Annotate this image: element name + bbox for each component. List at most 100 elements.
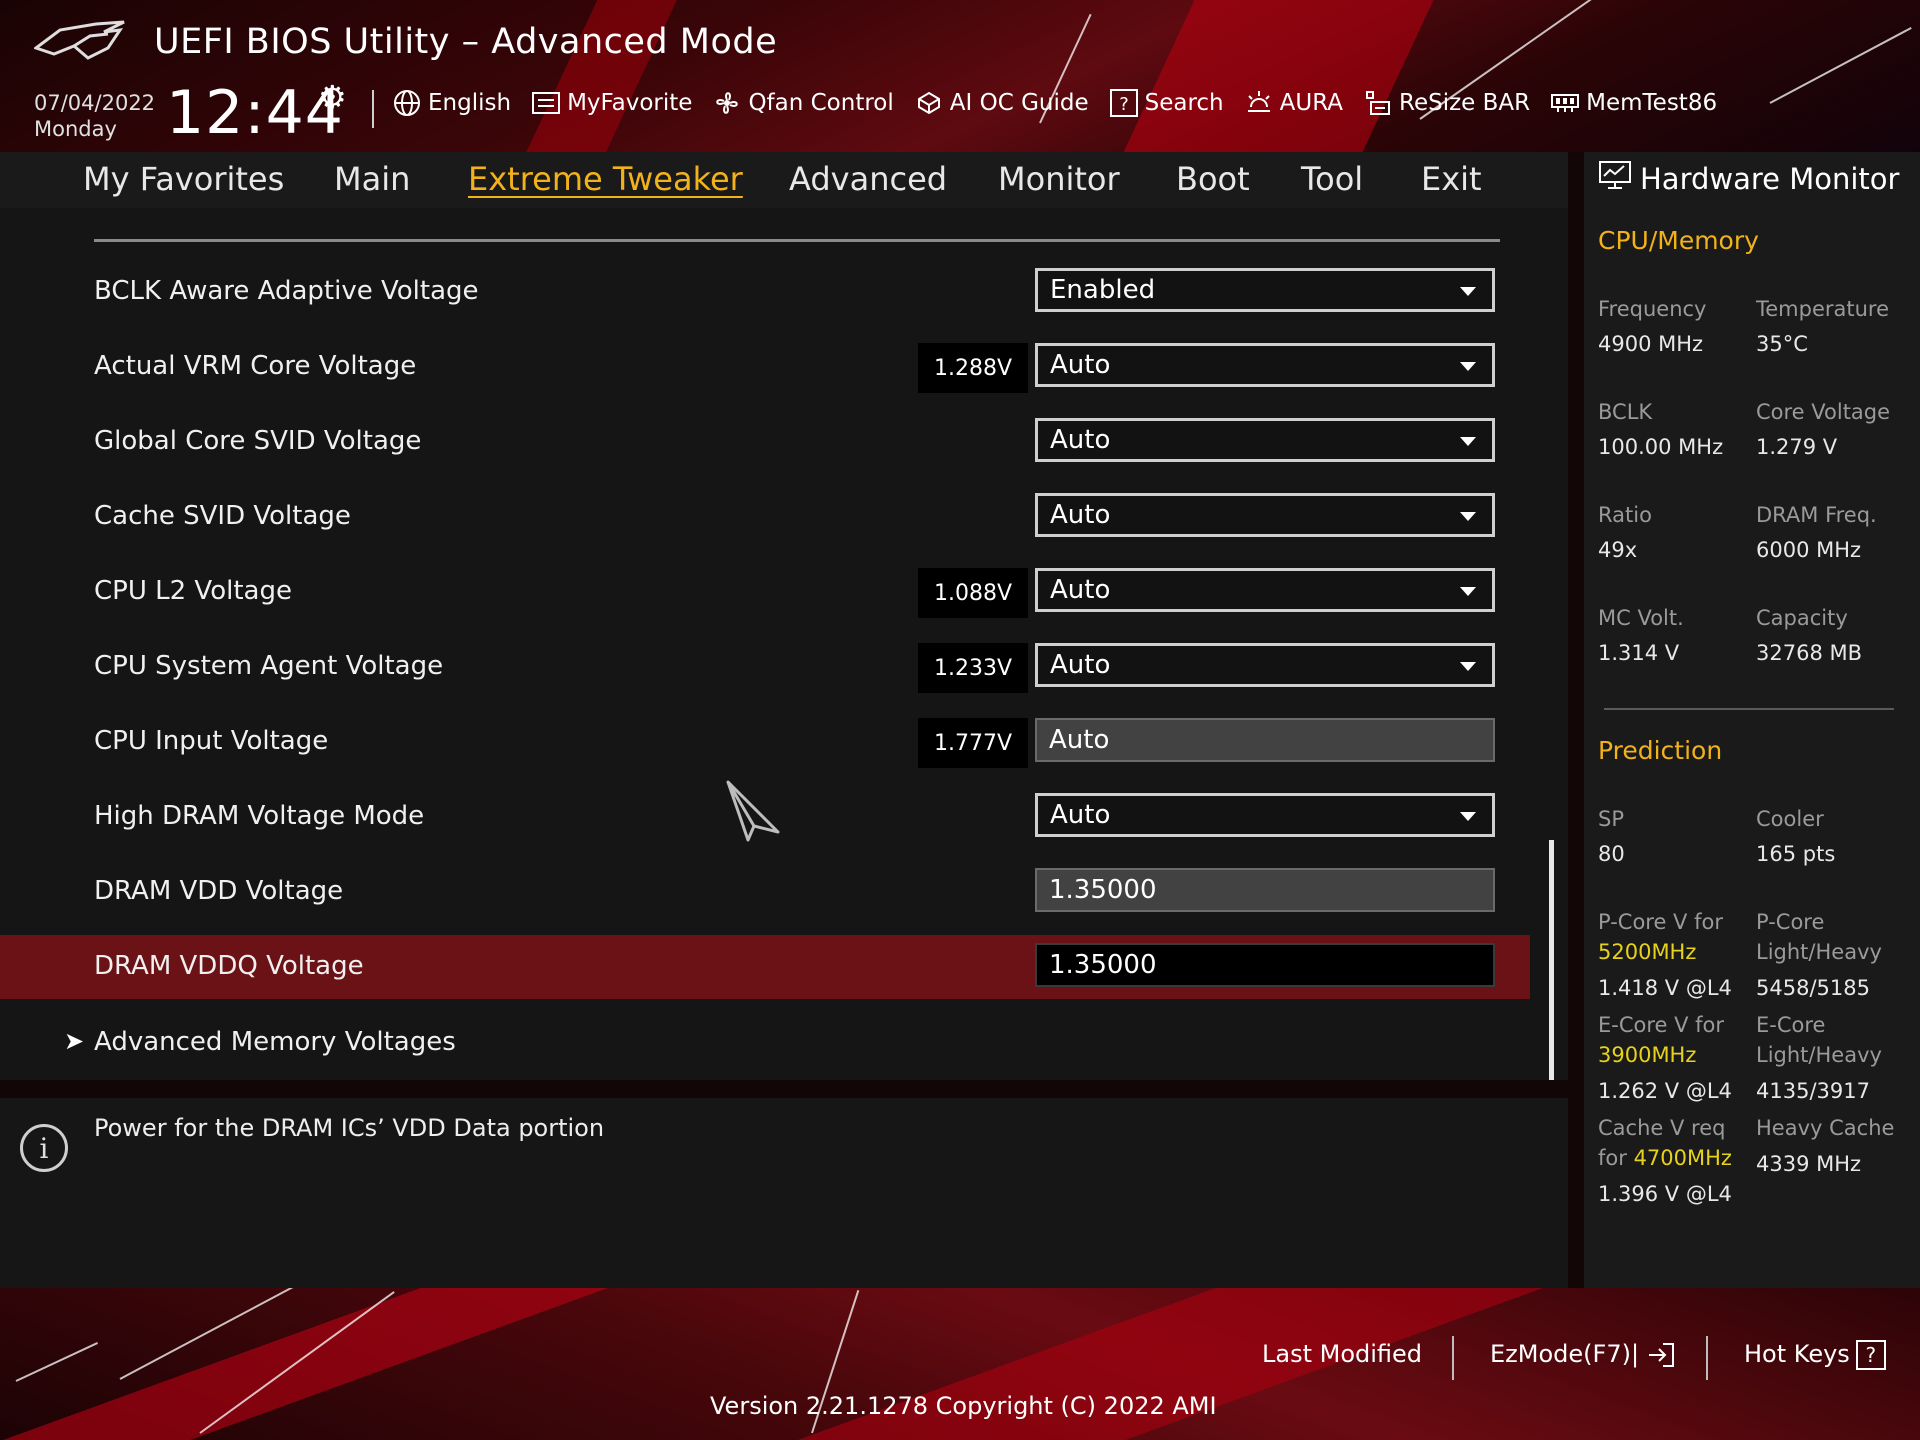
current-voltage-readout: 1.233V: [918, 643, 1028, 693]
chevron-down-icon: [1460, 512, 1476, 521]
sp-value: 80: [1598, 842, 1625, 866]
setting-label: CPU L2 Voltage: [94, 576, 292, 606]
setting-row[interactable]: CPU L2 Voltage 1.088V Auto: [0, 560, 1528, 624]
scrollbar[interactable]: [1549, 840, 1554, 1080]
help-text: Power for the DRAM ICs’ VDD Data portion: [94, 1114, 605, 1142]
cache-svid-voltage-dropdown[interactable]: Auto: [1035, 493, 1495, 537]
core-voltage-label: Core Voltage: [1756, 400, 1891, 424]
dropdown-value: Auto: [1050, 650, 1111, 680]
tab-monitor[interactable]: Monitor: [998, 160, 1120, 198]
dram-vddq-voltage-input[interactable]: 1.35000: [1035, 943, 1495, 987]
setting-label: Actual VRM Core Voltage: [94, 351, 417, 381]
setting-row: CPU Input Voltage 1.777V Auto: [0, 710, 1528, 774]
bclk-aware-adaptive-voltage-dropdown[interactable]: Enabled: [1035, 268, 1495, 312]
tab-extreme-tweaker[interactable]: Extreme Tweaker: [468, 160, 743, 198]
ezmode-button[interactable]: EzMode(F7)|: [1490, 1340, 1677, 1368]
heavy-cache-value: 4339 MHz: [1756, 1152, 1862, 1176]
submenu-label: Advanced Memory Voltages: [94, 1027, 456, 1057]
date: 07/04/2022: [34, 91, 156, 115]
field-value: 1.35000: [1049, 875, 1157, 905]
aura-button[interactable]: AURA: [1244, 88, 1343, 118]
footer-divider: [1452, 1336, 1454, 1380]
setting-row[interactable]: Actual VRM Core Voltage 1.288V Auto: [0, 335, 1528, 399]
setting-label: CPU System Agent Voltage: [94, 651, 444, 681]
qfan-control-button[interactable]: Qfan Control: [712, 88, 894, 118]
tab-exit[interactable]: Exit: [1421, 160, 1482, 198]
ecore-v-label: E-Core V for: [1598, 1013, 1725, 1037]
main-tab-bar: My Favorites Main Extreme Tweaker Advanc…: [0, 152, 1568, 208]
header-divider: [372, 90, 374, 128]
svg-text:?: ?: [1119, 94, 1129, 115]
setting-label: BCLK Aware Adaptive Voltage: [94, 276, 479, 306]
actual-vrm-core-voltage-dropdown[interactable]: Auto: [1035, 343, 1495, 387]
setting-label: Cache SVID Voltage: [94, 501, 351, 531]
info-icon: i: [20, 1124, 68, 1172]
aura-label: AURA: [1279, 90, 1343, 116]
chevron-down-icon: [1460, 287, 1476, 296]
setting-label: Global Core SVID Voltage: [94, 426, 422, 456]
bclk-value: 100.00 MHz: [1598, 435, 1724, 459]
cooler-label: Cooler: [1756, 807, 1824, 831]
capacity-label: Capacity: [1756, 606, 1848, 630]
cpu-input-voltage-field: Auto: [1035, 718, 1495, 762]
setting-row[interactable]: Global Core SVID Voltage Auto: [0, 410, 1528, 474]
chevron-down-icon: [1460, 437, 1476, 446]
sp-label: SP: [1598, 807, 1624, 831]
ai-chip-icon: [914, 88, 944, 118]
bios-title: UEFI BIOS Utility – Advanced Mode: [154, 22, 778, 62]
ai-oc-guide-button[interactable]: AI OC Guide: [914, 88, 1089, 118]
settings-panel: BCLK Aware Adaptive Voltage Enabled Actu…: [0, 208, 1568, 1080]
cooler-value: 165 pts: [1756, 842, 1836, 866]
section-divider: [94, 239, 1500, 242]
current-voltage-readout: 1.288V: [918, 343, 1028, 393]
ecore-lh-label-2: Light/Heavy: [1756, 1043, 1882, 1067]
setting-row-selected[interactable]: DRAM VDDQ Voltage 1.35000: [0, 935, 1530, 999]
pcore-lh-value: 5458/5185: [1756, 976, 1870, 1000]
cache-v-for: for: [1598, 1146, 1627, 1170]
cache-v-label: Cache V req: [1598, 1116, 1726, 1140]
submenu-row[interactable]: ➤ Advanced Memory Voltages: [0, 1011, 1528, 1075]
clock-settings-icon[interactable]: ⚙: [318, 78, 347, 116]
hot-keys-button[interactable]: Hot Keys?: [1744, 1340, 1886, 1370]
global-core-svid-voltage-dropdown[interactable]: Auto: [1035, 418, 1495, 462]
resize-bar-button[interactable]: ReSize BAR: [1363, 88, 1530, 118]
aura-light-icon: [1244, 88, 1274, 118]
version-text: Version 2.21.1278 Copyright (C) 2022 AMI: [710, 1392, 1217, 1420]
field-value: Auto: [1049, 725, 1110, 755]
setting-label: DRAM VDD Voltage: [94, 876, 344, 906]
ecore-v-value: 1.262 V @L4: [1598, 1079, 1732, 1103]
memtest86-button[interactable]: MemTest86: [1550, 88, 1717, 118]
bclk-label: BCLK: [1598, 400, 1653, 424]
myfavorite-button[interactable]: MyFavorite: [531, 88, 692, 118]
temperature-value: 35°C: [1756, 332, 1808, 356]
chevron-down-icon: [1460, 662, 1476, 671]
input-value: 1.35000: [1049, 950, 1157, 980]
current-voltage-readout: 1.088V: [918, 568, 1028, 618]
help-search-icon: ?: [1109, 88, 1139, 118]
dropdown-value: Enabled: [1050, 275, 1156, 305]
hardware-monitor-panel: Hardware Monitor CPU/Memory Frequency 49…: [1584, 152, 1920, 1288]
tab-advanced[interactable]: Advanced: [789, 160, 947, 198]
last-modified-button[interactable]: Last Modified: [1262, 1340, 1422, 1368]
help-info-bar: i Power for the DRAM ICs’ VDD Data porti…: [0, 1098, 1568, 1288]
ecore-lh-label: E-Core: [1756, 1013, 1826, 1037]
hardware-monitor-title: Hardware Monitor: [1598, 160, 1899, 197]
setting-row[interactable]: BCLK Aware Adaptive Voltage Enabled: [0, 260, 1528, 324]
tab-my-favorites[interactable]: My Favorites: [83, 160, 284, 198]
high-dram-voltage-mode-dropdown[interactable]: Auto: [1035, 793, 1495, 837]
language-button[interactable]: English: [392, 88, 511, 118]
ezmode-label: EzMode(F7)|: [1490, 1340, 1640, 1368]
cpu-system-agent-voltage-dropdown[interactable]: Auto: [1035, 643, 1495, 687]
setting-label: High DRAM Voltage Mode: [94, 801, 425, 831]
cpu-l2-voltage-dropdown[interactable]: Auto: [1035, 568, 1495, 612]
chevron-right-icon: ➤: [64, 1027, 85, 1055]
tab-boot[interactable]: Boot: [1176, 160, 1250, 198]
tab-tool[interactable]: Tool: [1301, 160, 1363, 198]
search-button[interactable]: ? Search: [1109, 88, 1224, 118]
setting-row[interactable]: CPU System Agent Voltage 1.233V Auto: [0, 635, 1528, 699]
setting-row[interactable]: Cache SVID Voltage Auto: [0, 485, 1528, 549]
cpu-memory-heading: CPU/Memory: [1598, 226, 1759, 255]
dropdown-value: Auto: [1050, 350, 1111, 380]
temperature-label: Temperature: [1756, 297, 1890, 321]
tab-main[interactable]: Main: [334, 160, 410, 198]
